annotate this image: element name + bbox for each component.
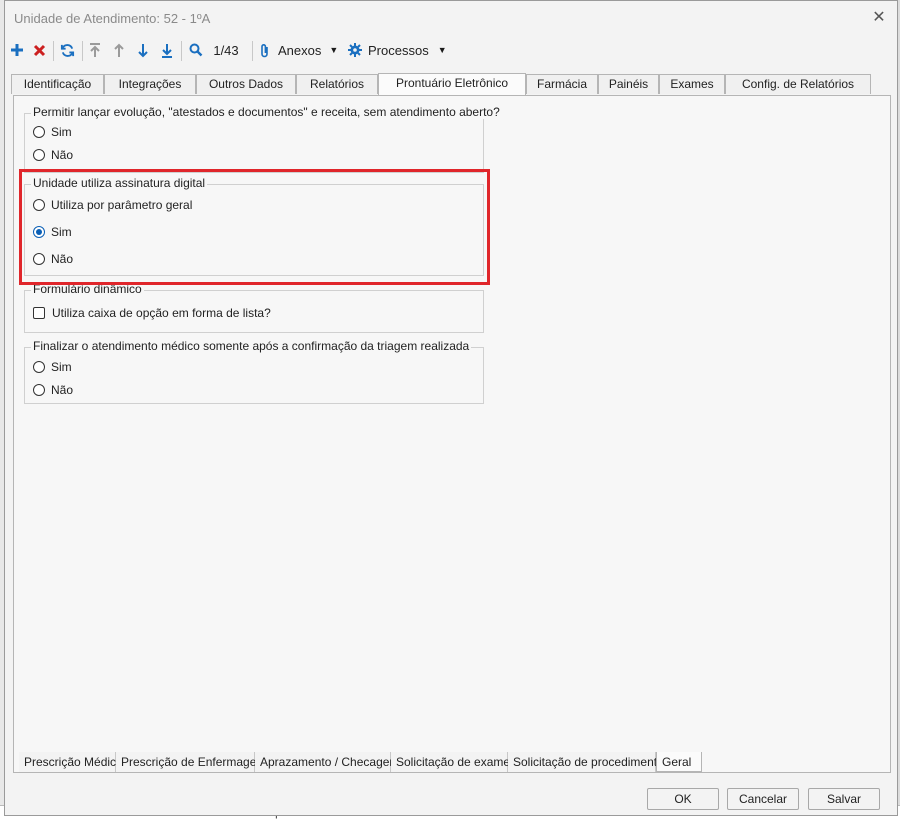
cancel-button[interactable]: Cancelar	[727, 788, 799, 810]
radio-label: Sim	[51, 360, 72, 374]
processos-dropdown[interactable]: Processos ▼	[348, 39, 448, 61]
first-record-icon[interactable]	[86, 39, 104, 61]
checkbox-box	[33, 307, 45, 319]
toolbar-separator	[252, 41, 253, 61]
close-icon[interactable]: ✕	[869, 8, 889, 28]
next-record-icon[interactable]	[134, 39, 152, 61]
group-title: Permitir lançar evolução, "atestados e d…	[31, 105, 502, 119]
tab-geral[interactable]: Geral	[656, 752, 702, 772]
ok-button[interactable]: OK	[647, 788, 719, 810]
tab-prescricao-enfermagem[interactable]: Prescrição de Enfermagem	[116, 752, 266, 772]
group-finalizar-atendimento: Finalizar o atendimento médico somente a…	[24, 339, 484, 404]
gear-icon	[348, 43, 362, 57]
radio-circle	[33, 361, 45, 373]
save-button[interactable]: Salvar	[808, 788, 880, 810]
toolbar: 1/43 Anexos ▼ Processos ▼	[5, 37, 897, 65]
anexos-label: Anexos	[278, 42, 322, 58]
tab-prescricao-medica[interactable]: Prescrição Médica	[19, 752, 123, 772]
radio-circle	[33, 384, 45, 396]
tab-paineis[interactable]: Painéis	[598, 74, 659, 94]
radio-finalizar-sim[interactable]: Sim	[33, 360, 72, 374]
delete-icon[interactable]	[30, 39, 48, 61]
dialog-window: Unidade de Atendimento: 52 - 1ºA ✕ 1/43 …	[4, 0, 898, 816]
tab-integracoes[interactable]: Integrações	[104, 74, 196, 94]
search-icon[interactable]	[186, 39, 206, 61]
tab-exames[interactable]: Exames	[659, 74, 725, 94]
chevron-down-icon: ▼	[437, 45, 447, 55]
radio-evolucao-nao[interactable]: Não	[33, 148, 73, 162]
paperclip-icon	[261, 43, 268, 57]
radio-finalizar-nao[interactable]: Não	[33, 383, 73, 397]
radio-circle	[33, 149, 45, 161]
tab-config-relatorios[interactable]: Config. de Relatórios	[725, 74, 871, 94]
radio-circle	[33, 126, 45, 138]
radio-label: Não	[51, 148, 74, 162]
refresh-icon[interactable]	[57, 39, 77, 61]
anexos-dropdown[interactable]: Anexos ▼	[259, 39, 341, 61]
group-evolucao: Permitir lançar evolução, "atestados e d…	[24, 105, 502, 173]
record-counter: 1/43	[213, 42, 239, 58]
group-title: Finalizar o atendimento médico somente a…	[31, 339, 472, 353]
add-icon[interactable]	[8, 39, 26, 61]
toolbar-separator	[181, 41, 182, 61]
processos-label: Processos	[368, 42, 429, 58]
group-formulario-dinamico: Formulário dinâmico Utiliza caixa de opç…	[24, 282, 484, 333]
tab-solicitacao-exames[interactable]: Solicitação de exames	[391, 752, 516, 772]
highlight-annotation-box	[19, 169, 490, 285]
tab-identificacao[interactable]: Identificação	[11, 74, 104, 94]
tab-solicitacao-procedimentos[interactable]: Solicitação de procedimentos	[508, 752, 670, 772]
checkbox-caixa-opcao-lista[interactable]: Utiliza caixa de opção em forma de lista…	[33, 306, 271, 320]
radio-label: Sim	[51, 125, 72, 139]
chevron-down-icon: ▼	[329, 45, 339, 55]
radio-evolucao-sim[interactable]: Sim	[33, 125, 72, 139]
tab-prontuario-eletronico[interactable]: Prontuário Eletrônico	[378, 73, 526, 95]
radio-label: Não	[51, 383, 74, 397]
tab-relatorios[interactable]: Relatórios	[296, 74, 378, 94]
checkbox-label: Utiliza caixa de opção em forma de lista…	[52, 306, 271, 320]
previous-record-icon[interactable]	[110, 39, 128, 61]
title-bar: Unidade de Atendimento: 52 - 1ºA ✕	[5, 1, 897, 35]
tab-aprazamento-checagem[interactable]: Aprazamento / Checagem	[255, 752, 399, 772]
toolbar-separator	[53, 41, 54, 61]
tab-outros-dados[interactable]: Outros Dados	[196, 74, 296, 94]
window-title: Unidade de Atendimento: 52 - 1ºA	[14, 11, 211, 26]
toolbar-separator	[82, 41, 83, 61]
tab-farmacia[interactable]: Farmácia	[526, 74, 598, 94]
last-record-icon[interactable]	[158, 39, 176, 61]
